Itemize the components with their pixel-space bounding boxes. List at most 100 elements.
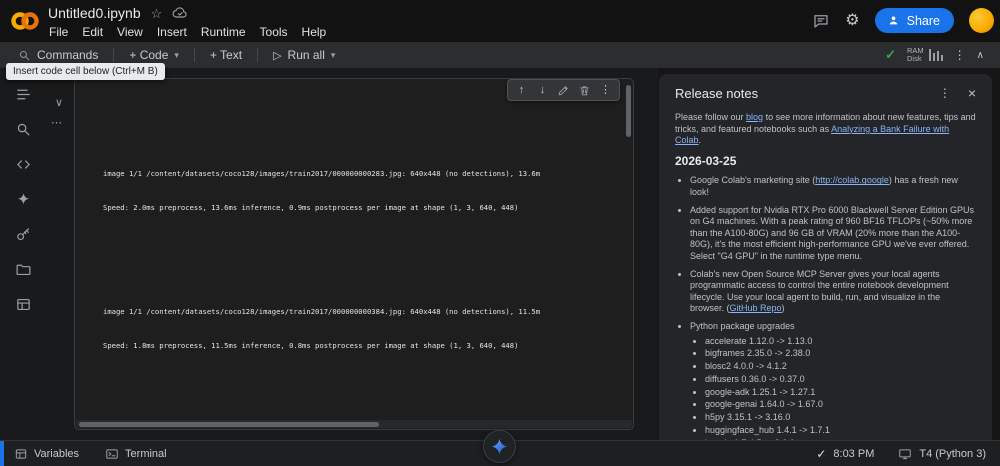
share-label: Share	[906, 13, 940, 28]
github-repo-link[interactable]: GitHub Repo	[730, 303, 782, 313]
gemini-spark-icon[interactable]	[11, 187, 35, 211]
bullet-marketing-site: Google Colab's marketing site (http://co…	[690, 175, 976, 198]
menu-item[interactable]: File	[42, 23, 75, 41]
toolbar-divider	[257, 48, 259, 62]
runtime-monitor-icon	[899, 448, 912, 459]
toolbar-divider	[193, 48, 195, 62]
table-of-contents-icon[interactable]	[11, 82, 35, 106]
gemini-fab-button[interactable]	[484, 431, 515, 462]
files-folder-icon[interactable]	[11, 257, 35, 281]
output-horizontal-scrollbar-thumb[interactable]	[79, 421, 380, 427]
ram-disk-monitor[interactable]: RAM Disk	[907, 46, 943, 64]
secrets-key-icon[interactable]	[11, 222, 35, 246]
colab-logo[interactable]	[10, 9, 40, 33]
code-snippets-icon[interactable]	[11, 152, 35, 176]
caret-down-icon: ▾	[330, 49, 336, 60]
share-button[interactable]: Share	[874, 8, 954, 33]
cloud-saved-icon	[172, 7, 187, 18]
menu-item[interactable]: Insert	[150, 23, 194, 41]
table-grid-icon[interactable]	[11, 292, 35, 316]
account-avatar[interactable]	[969, 8, 994, 33]
commands-button[interactable]: Commands	[10, 45, 106, 65]
package-item: huggingface_hub 1.4.1 -> 1.7.1	[705, 425, 976, 437]
edit-cell-icon[interactable]	[553, 84, 574, 97]
bullet-text: Google Colab's marketing site (	[690, 175, 816, 186]
menu-item[interactable]: View	[110, 23, 150, 41]
collapse-header-icon[interactable]: ∧	[977, 50, 984, 61]
last-executed-time: 8:03 PM	[833, 447, 875, 460]
panel-more-options-icon[interactable]: ⋮	[939, 86, 951, 100]
menu-bar: File Edit View Insert Runtime Tools Help	[42, 23, 333, 41]
terminal-label: Terminal	[125, 447, 167, 460]
gemini-spark-icon	[491, 438, 508, 455]
statusbar-accent-strip	[0, 441, 4, 466]
ram-disk-labels: RAM Disk	[907, 46, 924, 64]
variables-label: Variables	[34, 447, 80, 460]
disk-label: Disk	[907, 54, 922, 63]
blog-link[interactable]: blog	[746, 112, 763, 122]
package-item: h5py 3.15.1 -> 3.16.0	[705, 412, 976, 424]
play-icon: ▷	[273, 49, 282, 62]
notebook-title[interactable]: Untitled0.ipynb	[48, 5, 141, 21]
star-icon[interactable]: ☆	[151, 7, 163, 20]
menu-item[interactable]: Tools	[253, 23, 295, 41]
usage-meter-icon	[928, 49, 943, 61]
settings-gear-icon[interactable]: ⚙	[845, 12, 859, 29]
package-item: google-adk 1.25.1 -> 1.27.1	[705, 387, 976, 399]
header-actions: ⚙ Share	[812, 8, 994, 33]
output-vertical-scrollbar[interactable]	[626, 85, 631, 137]
notebook-title-row: Untitled0.ipynb ☆	[48, 4, 188, 22]
log-pair: image 1/1 /content/datasets/coco128/imag…	[103, 283, 623, 375]
status-right: ✓ 8:03 PM T4 (Python 3)	[816, 447, 986, 461]
commands-label: Commands	[37, 48, 99, 62]
log-image-line: image 1/1 /content/datasets/coco128/imag…	[103, 168, 541, 178]
package-item: google-genai 1.64.0 -> 1.67.0	[705, 399, 976, 411]
comments-icon[interactable]	[812, 12, 830, 30]
add-code-label: + Code	[129, 48, 169, 62]
more-options-icon[interactable]: ⋮	[954, 48, 966, 62]
add-text-label: + Text	[209, 48, 243, 62]
cell-toolbar: ↑ ↓ ⋮	[507, 79, 620, 101]
panel-header-actions: ⋮ ×	[939, 85, 976, 101]
variables-icon	[15, 448, 27, 459]
package-item: bigframes 2.35.0 -> 2.38.0	[705, 348, 976, 360]
bullet-package-upgrades: Python package upgrades accelerate 1.12.…	[690, 321, 976, 440]
release-notes-panel: Release notes ⋮ × Please follow our blog…	[659, 74, 992, 440]
cell-more-options-icon[interactable]: ⋮	[595, 80, 616, 100]
output-horizontal-scrollbar-track[interactable]	[76, 420, 632, 428]
share-person-icon	[889, 16, 898, 25]
intro-paragraph: Please follow our blog to see more infor…	[675, 112, 976, 147]
code-cell[interactable]: image 1/1 /content/datasets/coco128/imag…	[74, 78, 634, 430]
terminal-button[interactable]: Terminal	[105, 447, 167, 461]
menu-item[interactable]: Edit	[75, 23, 110, 41]
move-cell-up-icon[interactable]: ↑	[511, 80, 532, 100]
terminal-icon	[106, 448, 118, 459]
panel-title: Release notes	[675, 85, 759, 101]
add-code-button[interactable]: + Code ▾	[121, 45, 187, 65]
menu-item[interactable]: Help	[295, 23, 334, 41]
package-item: diffusers 0.36.0 -> 0.37.0	[705, 374, 976, 386]
bullet-text: Python package upgrades	[690, 320, 795, 331]
run-all-button[interactable]: ▷ Run all ▾	[265, 45, 343, 65]
insert-code-cell-tooltip: Insert code cell below (Ctrl+M B)	[6, 63, 165, 80]
move-cell-down-icon[interactable]: ↓	[532, 80, 553, 100]
package-list: accelerate 1.12.0 -> 1.13.0bigframes 2.3…	[690, 336, 976, 441]
delete-cell-icon[interactable]	[574, 84, 595, 97]
log-pairs: image 1/1 /content/datasets/coco128/imag…	[103, 110, 623, 417]
release-notes-list: Google Colab's marketing site (http://co…	[675, 175, 976, 440]
package-item: blosc2 4.0.0 -> 4.1.2	[705, 361, 976, 373]
run-all-label: Run all	[287, 48, 325, 62]
bullet-mcp-server: Colab's new Open Source MCP Server gives…	[690, 269, 976, 315]
variables-button[interactable]: Variables	[14, 447, 79, 461]
panel-close-icon[interactable]: ×	[968, 85, 976, 101]
find-replace-icon[interactable]	[11, 117, 35, 141]
runtime-type-button[interactable]: T4 (Python 3)	[919, 448, 986, 460]
package-item: accelerate 1.12.0 -> 1.13.0	[705, 336, 976, 348]
menu-item[interactable]: Runtime	[194, 23, 253, 41]
add-text-button[interactable]: + Text	[202, 45, 250, 65]
cell-collapse-chevron-icon[interactable]: ∨	[55, 96, 63, 109]
colab-google-link[interactable]: http://colab.google	[815, 175, 889, 185]
cell-gutter-ellipsis-icon[interactable]: ⋯	[51, 116, 63, 129]
log-speed-line: Speed: 2.0ms preprocess, 13.6ms inferenc…	[103, 203, 519, 212]
log-pair: image 1/1 /content/datasets/coco128/imag…	[103, 145, 623, 237]
